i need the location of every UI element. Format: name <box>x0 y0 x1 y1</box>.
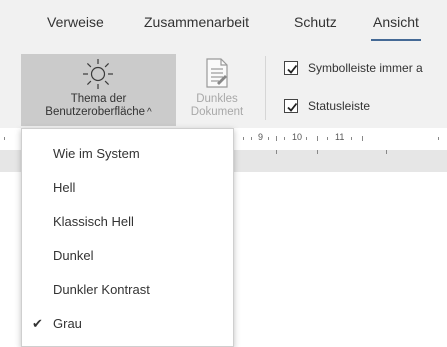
ruler-tick <box>438 137 439 140</box>
ruler-tick <box>243 137 244 140</box>
tab-ansicht[interactable]: Ansicht <box>371 14 421 41</box>
checkmark-icon <box>287 64 298 74</box>
ruler-tick <box>317 150 318 154</box>
tab-zusammenarbeit[interactable]: Zusammenarbeit <box>144 14 249 30</box>
ribbon-divider <box>265 56 266 120</box>
menu-item-grau[interactable]: ✔ Grau <box>22 306 233 340</box>
ruler-tick <box>268 137 269 140</box>
sun-icon <box>81 57 115 95</box>
ruler-tick <box>306 137 307 140</box>
ruler-label-11: 11 <box>335 132 345 142</box>
tab-verweise[interactable]: Verweise <box>47 14 104 30</box>
ribbon-tab-bar: Verweise Zusammenarbeit Schutz Ansicht <box>0 0 447 44</box>
menu-item-klassisch-hell[interactable]: Klassisch Hell <box>22 204 233 238</box>
dark-document-label-line2: Dokument <box>190 106 244 118</box>
dark-document-button[interactable]: Dunkles Dokument <box>182 54 252 126</box>
document-icon <box>203 57 231 93</box>
menu-item-hell[interactable]: Hell <box>22 170 233 204</box>
ruler-tick <box>386 150 387 154</box>
ruler-tick <box>362 136 363 141</box>
theme-button-label-line1: Thema der <box>70 93 127 105</box>
menu-item-dunkler-kontrast[interactable]: Dunkler Kontrast <box>22 272 233 306</box>
ruler-tick <box>351 137 352 140</box>
ruler-tick <box>276 136 277 141</box>
menu-item-wie-im-system[interactable]: Wie im System <box>22 136 233 170</box>
ribbon-panel: Thema der Benutzeroberfläche ^ Dunkles Do… <box>0 44 447 128</box>
theme-dropdown-menu: Wie im System Hell Klassisch Hell Dunkel… <box>21 128 234 347</box>
checkmark-icon <box>287 102 298 112</box>
ruler-label-10: 10 <box>292 132 303 142</box>
ruler-tick <box>284 137 285 140</box>
statusbar-checkbox[interactable] <box>284 99 298 113</box>
ruler-label-9: 9 <box>258 132 264 142</box>
theme-button-label-line2: Benutzeroberfläche ^ <box>45 106 152 118</box>
menu-item-dunkel[interactable]: Dunkel <box>22 238 233 272</box>
checkmark-icon: ✔ <box>32 316 43 331</box>
ruler-tick <box>317 136 318 141</box>
caret-up-icon: ^ <box>147 107 152 118</box>
toolbar-always-checkbox-row[interactable]: Symbolleiste immer a <box>284 61 423 75</box>
theme-button[interactable]: Thema der Benutzeroberfläche ^ <box>21 54 176 126</box>
tab-schutz[interactable]: Schutz <box>294 14 337 30</box>
ruler-tick <box>251 137 252 140</box>
toolbar-always-checkbox[interactable] <box>284 61 298 75</box>
toolbar-always-label: Symbolleiste immer a <box>308 61 423 75</box>
ruler-tick <box>327 137 328 140</box>
ruler-tick <box>4 137 5 140</box>
statusbar-label: Statusleiste <box>308 99 371 113</box>
dark-document-label-line1: Dunkles <box>196 93 238 105</box>
ruler-tick <box>276 150 277 154</box>
statusbar-checkbox-row[interactable]: Statusleiste <box>284 99 370 113</box>
